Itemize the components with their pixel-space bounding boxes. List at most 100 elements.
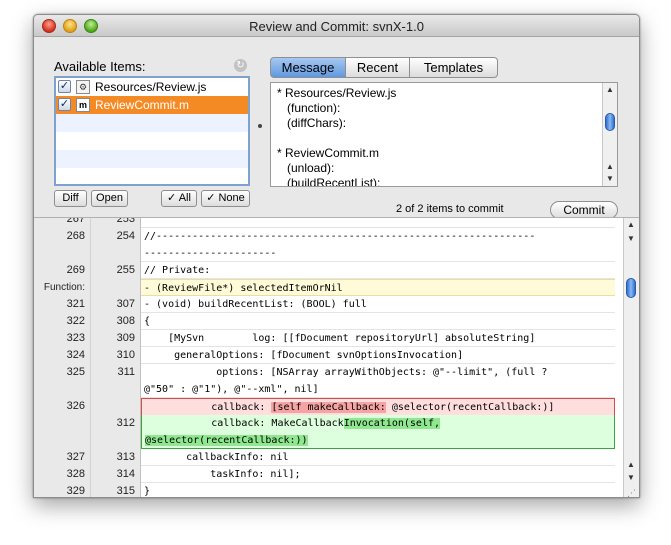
empty-row xyxy=(56,114,248,132)
function-header-row: Function: - (ReviewFile*) selectedItemOrN… xyxy=(34,279,623,296)
old-line-number: 321 xyxy=(34,296,91,313)
check-all-button[interactable]: ✓ All xyxy=(161,190,197,207)
code-line[interactable]: callback: [self makeCallback: @selector(… xyxy=(141,398,615,415)
diff-line-row: 323 309 [MySvn log: [[fDocument repositor… xyxy=(34,330,623,347)
code-line[interactable]: [MySvn log: [[fDocument repositoryUrl] a… xyxy=(141,330,615,347)
new-line-number: 254 xyxy=(91,228,141,262)
scroll-up-arrow-icon[interactable]: ▲ xyxy=(603,83,617,96)
scroll-down-arrow-icon[interactable]: ▼ xyxy=(624,471,638,484)
list-item-selected[interactable]: ✓ m ReviewCommit.m xyxy=(56,96,248,114)
scroll-down-arrow-icon[interactable]: ▼ xyxy=(603,172,617,185)
diff-line-row: 329 315} xyxy=(34,483,623,497)
new-line-number xyxy=(91,279,141,296)
new-line-number: 307 xyxy=(91,296,141,313)
added-line-row: 312 callback: MakeCallbackInvocation(sel… xyxy=(34,415,623,449)
commit-message-text[interactable]: * Resources/Review.js (function): (diffC… xyxy=(277,86,396,186)
message-tabs: Message Recent Templates xyxy=(270,57,498,78)
empty-row xyxy=(56,132,248,150)
added-text-highlight: Invocation(self, xyxy=(343,418,441,429)
new-line-number: 314 xyxy=(91,466,141,483)
scroll-thumb[interactable] xyxy=(605,113,615,131)
old-line-number: 268 xyxy=(34,228,91,262)
old-line-number xyxy=(34,415,91,449)
old-line-number: Function: xyxy=(34,279,91,296)
diff-button[interactable]: Diff xyxy=(54,190,87,207)
new-line-number: 311 xyxy=(91,364,141,398)
item-name: Resources/Review.js xyxy=(95,80,207,94)
new-line-number: 313 xyxy=(91,449,141,466)
commit-status: 2 of 2 items to commit xyxy=(396,203,504,215)
code-line[interactable]: // Private: xyxy=(141,262,615,279)
old-line-number: 324 xyxy=(34,347,91,364)
item-name: ReviewCommit.m xyxy=(95,98,190,112)
diff-line-row: 268 254//--------------------------------… xyxy=(34,228,623,262)
open-button[interactable]: Open xyxy=(91,190,128,207)
added-text-highlight: @selector(recentCallback:)) xyxy=(145,435,308,446)
diff-line-row: 325 311 options: [NSArray arrayWithObject… xyxy=(34,364,623,398)
diff-view[interactable]: 267 253 268 254//--------------------------… xyxy=(34,217,639,497)
window-title: Review and Commit: svnX-1.0 xyxy=(249,19,424,34)
code-segment: callback: xyxy=(145,402,272,413)
scroll-up-arrow-icon[interactable]: ▲ xyxy=(624,218,638,231)
item-checkbox[interactable]: ✓ xyxy=(58,98,71,111)
new-line-number xyxy=(91,398,141,415)
code-line[interactable]: generalOptions: [fDocument svnOptionsInv… xyxy=(141,347,615,364)
check-none-button[interactable]: ✓ None xyxy=(201,190,250,207)
deleted-text-highlight: [self makeCallback: xyxy=(271,402,386,413)
empty-row xyxy=(56,168,248,184)
code-line[interactable]: //--------------------------------------… xyxy=(141,228,615,262)
available-items-list[interactable]: ✓ ⚙ Resources/Review.js ✓ m ReviewCommit… xyxy=(54,76,250,186)
code-line[interactable]: callback: MakeCallbackInvocation(self, @… xyxy=(141,415,615,449)
old-line-number: 323 xyxy=(34,330,91,347)
code-line[interactable]: { xyxy=(141,313,615,330)
new-line-number: 253 xyxy=(91,218,141,228)
new-line-number: 255 xyxy=(91,262,141,279)
new-line-number: 315 xyxy=(91,483,141,497)
old-line-number: 326 xyxy=(34,398,91,415)
list-item[interactable]: ✓ ⚙ Resources/Review.js xyxy=(56,78,248,96)
tab-templates[interactable]: Templates xyxy=(410,57,498,78)
diff-scrollbar[interactable]: ▲ ▼ ▲ ▼ ⋰ xyxy=(623,218,639,497)
tab-message[interactable]: Message xyxy=(270,57,346,78)
scroll-thumb[interactable] xyxy=(626,278,636,298)
old-line-number: 329 xyxy=(34,483,91,497)
title-bar: Review and Commit: svnX-1.0 xyxy=(34,15,639,37)
new-line-number: 309 xyxy=(91,330,141,347)
diff-line-row: 322 308{ xyxy=(34,313,623,330)
tab-recent[interactable]: Recent xyxy=(346,57,410,78)
old-line-number: 269 xyxy=(34,262,91,279)
code-line[interactable]: - (void) buildRecentList: (BOOL) full xyxy=(141,296,615,313)
code-line[interactable]: } xyxy=(141,483,615,497)
new-line-number: 310 xyxy=(91,347,141,364)
commit-message-field[interactable]: * Resources/Review.js (function): (diffC… xyxy=(270,82,618,187)
js-file-icon: ⚙ xyxy=(76,80,90,94)
diff-line-row: 321 307- (void) buildRecentList: (BOOL) f… xyxy=(34,296,623,313)
diff-line-row: 324 310 generalOptions: [fDocument svnOpt… xyxy=(34,347,623,364)
code-line[interactable]: taskInfo: nil]; xyxy=(141,466,615,483)
code-segment: @selector(recentCallback:)] xyxy=(385,402,555,413)
diff-line-row: 269 255// Private: xyxy=(34,262,623,279)
code-line[interactable]: callbackInfo: nil xyxy=(141,449,615,466)
code-line[interactable]: options: [NSArray arrayWithObjects: @"--… xyxy=(141,364,615,398)
objc-file-icon: m xyxy=(76,98,90,112)
diff-line-row: 327 313 callbackInfo: nil xyxy=(34,449,623,466)
refresh-icon[interactable]: ↻ xyxy=(234,59,247,72)
new-line-number: 312 xyxy=(91,415,141,449)
old-line-number: 325 xyxy=(34,364,91,398)
new-line-number: 308 xyxy=(91,313,141,330)
code-line[interactable] xyxy=(141,218,615,228)
old-line-number: 322 xyxy=(34,313,91,330)
message-scrollbar[interactable]: ▲ ▲ ▼ xyxy=(602,83,617,186)
diff-line-row: 328 314 taskInfo: nil]; xyxy=(34,466,623,483)
resize-grip-icon[interactable]: ⋰ xyxy=(627,488,637,497)
split-handle-vertical[interactable] xyxy=(258,124,262,128)
scroll-down-arrow-icon[interactable]: ▼ xyxy=(624,232,638,245)
old-line-number: 327 xyxy=(34,449,91,466)
old-line-number: 328 xyxy=(34,466,91,483)
scroll-up-arrow-icon[interactable]: ▲ xyxy=(624,458,638,471)
item-checkbox[interactable]: ✓ xyxy=(58,80,71,93)
code-line[interactable]: - (ReviewFile*) selectedItemOrNil xyxy=(141,279,615,296)
diff-line-row: 267 253 xyxy=(34,218,623,228)
empty-row xyxy=(56,150,248,168)
review-commit-window: Review and Commit: svnX-1.0 Available It… xyxy=(33,14,640,498)
